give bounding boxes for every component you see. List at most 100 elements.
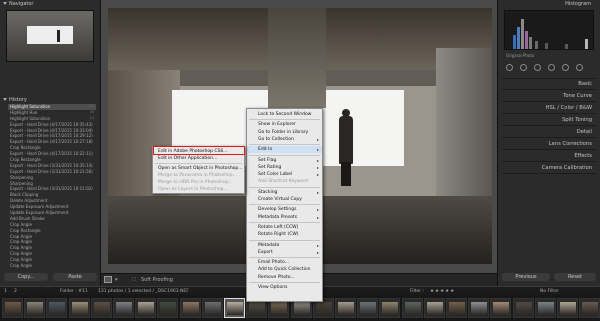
filmstrip-thumbnail[interactable] — [468, 298, 490, 318]
menu-item-lock-to-second-window[interactable]: Lock to Second Window — [247, 111, 322, 118]
navigator-title: Navigator — [9, 1, 34, 7]
menu-item-export[interactable]: Export ▸ — [247, 249, 322, 256]
filmstrip-thumbnail[interactable] — [46, 298, 68, 318]
filmstrip-thumbnail[interactable] — [335, 298, 356, 318]
soft-proofing-checkbox[interactable]: ☐ — [132, 274, 136, 286]
filmstrip-thumbnail[interactable] — [579, 298, 600, 318]
photo-beam — [268, 8, 326, 108]
filmstrip-thumbnail[interactable] — [401, 298, 423, 318]
filmstrip-thumbnail[interactable] — [135, 298, 157, 318]
navigator-preview[interactable] — [6, 10, 94, 62]
menu-item-label: Add Shortcut Keyword — [258, 179, 308, 185]
menu-item-show-in-explorer[interactable]: Show in Explorer — [247, 121, 322, 128]
panel-section-camera-calibration[interactable]: Camera Calibration — [512, 164, 592, 172]
submenu-item-open-as-layers-in-photoshop[interactable]: Open as Layers in Photoshop... — [153, 186, 244, 193]
history-item-label: Sharpening — [10, 174, 33, 180]
filmstrip-thumbnail[interactable] — [534, 298, 556, 318]
menu-item-rotate-left-ccw[interactable]: Rotate Left (CCW) — [247, 224, 322, 231]
menu-item-metadata-presets[interactable]: Metadata Presets ▸ — [247, 214, 322, 221]
grid-overlay-icon[interactable] — [506, 64, 513, 71]
submenu-item-edit-in-other-application[interactable]: Edit in Other Application... — [153, 155, 244, 162]
submenu-arrow-icon: ▸ — [316, 147, 319, 153]
menu-item-label: Create Virtual Copy — [258, 197, 302, 202]
filmstrip-thumbnail[interactable] — [557, 298, 578, 318]
filmstrip-thumbnail[interactable] — [157, 298, 179, 318]
submenu-arrow-icon: ▸ — [316, 207, 319, 213]
thumbnail-image — [293, 302, 310, 315]
menu-item-add-shortcut-keyword[interactable]: Add Shortcut Keyword — [247, 178, 322, 185]
menu-separator — [249, 221, 320, 223]
filmstrip-thumbnail[interactable] — [113, 298, 134, 318]
histogram-header[interactable]: Histogram — [498, 0, 600, 8]
menu-item-stacking[interactable]: Stacking ▸ — [247, 189, 322, 196]
menu-item-set-flag[interactable]: Set Flag ▸ — [247, 157, 322, 164]
menu-item-metadata[interactable]: Metadata ▸ — [247, 242, 322, 249]
filmstrip-thumbnail[interactable] — [446, 298, 467, 318]
loupe-view-icon[interactable] — [104, 276, 112, 283]
history-item-label: Crop Angle — [10, 263, 32, 269]
graduated-filter-icon[interactable] — [562, 64, 569, 71]
submenu-item-merge-to-panorama-in-photoshop[interactable]: Merge to Panorama in Photoshop... — [153, 172, 244, 179]
panel-section-split-toning[interactable]: Split Toning — [512, 116, 592, 124]
menu-item-go-to-folder-in-library[interactable]: Go to Folder in Library — [247, 129, 322, 136]
spot-removal-icon[interactable] — [534, 64, 541, 71]
history-item-label: Black Clipping — [10, 192, 39, 198]
adjustment-brush-icon[interactable] — [576, 64, 583, 71]
reset-button[interactable]: Reset — [554, 273, 596, 281]
filmstrip-thumbnail[interactable] — [90, 298, 112, 318]
thumbnail-image — [471, 302, 488, 315]
panel-section-effects[interactable]: Effects — [512, 152, 592, 160]
menu-item-edit-in[interactable]: Edit In ▸ — [247, 146, 322, 154]
navigator-header[interactable]: Navigator — [0, 0, 100, 8]
filmstrip-thumbnail[interactable] — [357, 298, 379, 318]
histogram[interactable] — [504, 10, 594, 50]
photo-right-wall — [436, 48, 492, 203]
histogram-bar — [529, 37, 532, 49]
menu-item-label: Rotate Right (CW) — [258, 232, 299, 238]
panel-section-hsl-color-b-w[interactable]: HSL / Color / B&W — [512, 104, 592, 112]
divider — [502, 149, 597, 150]
history-item-label: Export - Hard Drive (3/31/2015 10:35:14) — [10, 162, 93, 168]
menu-item-set-rating[interactable]: Set Rating ▸ — [247, 164, 322, 171]
submenu-item-merge-to-hdr-pro-in-photoshop[interactable]: Merge to HDR Pro in Photoshop... — [153, 179, 244, 186]
menu-item-rotate-right-cw[interactable]: Rotate Right (CW) — [247, 231, 322, 238]
yy-compare-icon[interactable]: ▾ — [115, 274, 118, 286]
menu-item-remove-photo[interactable]: Remove Photo... — [247, 274, 322, 281]
context-menu: Lock to Second Window Show in Explorer Go … — [246, 108, 323, 302]
filmstrip-thumbnail[interactable] — [490, 298, 512, 318]
filmstrip-thumbnail[interactable] — [224, 298, 245, 318]
menu-item-set-color-label[interactable]: Set Color Label ▸ — [247, 171, 322, 178]
divider — [502, 101, 597, 102]
crop-icon[interactable] — [520, 64, 527, 71]
history-item[interactable]: Crop Angle — [8, 263, 96, 269]
history-item-label: Export - Hard Drive (4/17/2015 10:29:12) — [10, 133, 93, 139]
menu-item-label: Email Photo... — [258, 260, 289, 266]
menu-item-develop-settings[interactable]: Develop Settings ▸ — [247, 206, 322, 213]
menu-item-go-to-collection[interactable]: Go to Collection ▸ — [247, 136, 322, 143]
panel-section-lens-corrections[interactable]: Lens Corrections — [512, 140, 592, 148]
menu-item-add-to-quick-collection[interactable]: Add to Quick Collection — [247, 266, 322, 273]
red-eye-icon[interactable] — [548, 64, 555, 71]
filmstrip-thumbnail[interactable] — [179, 298, 201, 318]
history-header[interactable]: History — [0, 96, 100, 104]
filmstrip-thumbnail[interactable] — [2, 298, 23, 318]
panel-section-tone-curve[interactable]: Tone Curve — [512, 92, 592, 100]
panel-section-basic[interactable]: Basic — [512, 80, 592, 88]
previous-button[interactable]: Previous — [502, 273, 550, 281]
filmstrip-thumbnail[interactable] — [379, 298, 401, 318]
menu-item-label: Metadata — [258, 242, 280, 248]
history-item-label: Crop Angle — [10, 257, 32, 263]
menu-item-create-virtual-copy[interactable]: Create Virtual Copy — [247, 196, 322, 203]
paste-button[interactable]: Paste — [53, 273, 97, 281]
copy-button[interactable]: Copy... — [4, 273, 48, 281]
filmstrip-thumbnail[interactable] — [201, 298, 223, 318]
filmstrip-thumbnail[interactable] — [68, 298, 90, 318]
filmstrip-thumbnail[interactable] — [24, 298, 46, 318]
submenu-arrow-icon: ▸ — [316, 157, 319, 163]
menu-item-view-options[interactable]: View Options — [247, 284, 322, 291]
filmstrip-thumbnail[interactable] — [512, 298, 534, 318]
submenu-item-open-as-smart-object-in-photoshop[interactable]: Open as Smart Object in Photoshop... — [153, 165, 244, 172]
filmstrip-thumbnail[interactable] — [423, 298, 445, 318]
menu-item-email-photo[interactable]: Email Photo... — [247, 259, 322, 266]
panel-section-detail[interactable]: Detail — [512, 128, 592, 136]
